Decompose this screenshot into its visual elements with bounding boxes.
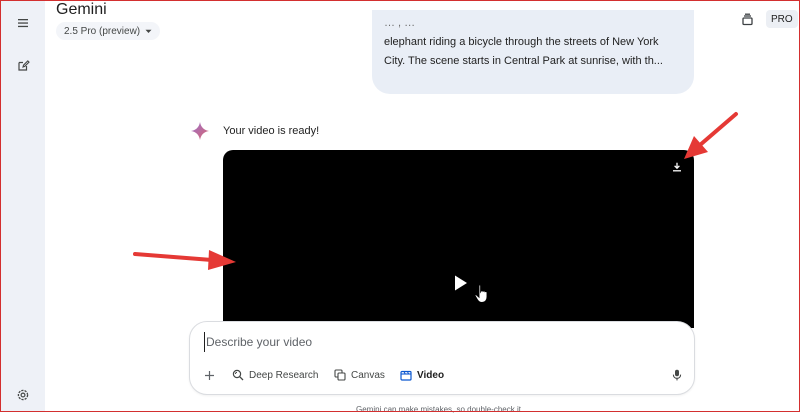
stack-icon [741, 13, 753, 25]
activity-button[interactable] [738, 10, 756, 28]
microphone-button[interactable] [669, 367, 685, 383]
menu-button[interactable] [10, 10, 36, 36]
menu-icon [18, 19, 28, 28]
hand-cursor-icon [474, 284, 488, 303]
model-name: 2.5 Pro (preview) [64, 25, 141, 37]
side-rail [1, 1, 45, 411]
plus-icon [204, 370, 214, 380]
prompt-input[interactable] [204, 332, 676, 352]
deep-research-label: Deep Research [249, 369, 319, 381]
canvas-icon [334, 369, 346, 381]
disclaimer-text: Gemini can make mistakes, so double-chec… [356, 405, 521, 414]
user-prompt-bubble: … , … elephant riding a bicycle through … [372, 10, 694, 94]
new-chat-icon [17, 59, 30, 71]
play-icon[interactable] [450, 273, 470, 293]
deep-research-icon [232, 369, 244, 381]
video-button[interactable]: Video [400, 365, 444, 385]
gemini-spark-icon [191, 122, 209, 140]
caret-down-icon [145, 29, 152, 33]
settings-button[interactable] [10, 382, 36, 408]
deep-research-button[interactable]: Deep Research [232, 365, 318, 385]
response-text: Your video is ready! [223, 125, 320, 137]
video-player[interactable] [223, 150, 694, 328]
settings-icon [17, 389, 29, 401]
microphone-icon [672, 369, 682, 381]
prompt-line: City. The scene starts in Central Park a… [384, 55, 663, 67]
add-button[interactable] [201, 367, 217, 383]
prompt-line: elephant riding a bicycle through the st… [384, 36, 659, 48]
new-chat-button[interactable] [10, 52, 36, 78]
canvas-label: Canvas [351, 369, 385, 381]
video-icon [400, 370, 412, 381]
canvas-button[interactable]: Canvas [334, 365, 385, 385]
app-title: Gemini [56, 1, 107, 18]
prompt-composer: Deep Research Canvas Video [189, 321, 695, 395]
video-label: Video [417, 369, 445, 381]
download-button[interactable] [670, 160, 684, 174]
pro-badge[interactable]: PRO [766, 10, 798, 28]
model-picker[interactable]: 2.5 Pro (preview) [56, 22, 161, 40]
download-icon [673, 162, 681, 172]
annotation-arrow [133, 250, 236, 270]
prompt-line: … , … [384, 17, 416, 29]
annotation-arrow [684, 112, 738, 159]
